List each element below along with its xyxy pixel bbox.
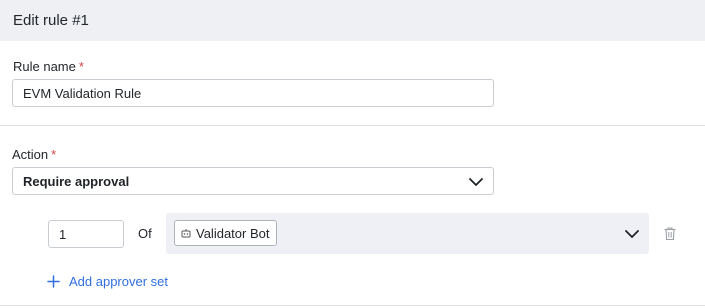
add-approver-set-label: Add approver set <box>69 273 169 289</box>
rule-name-label: Rule name * <box>13 59 84 74</box>
action-select[interactable]: Require approval <box>12 167 494 195</box>
action-label: Action * <box>12 147 57 162</box>
action-select-value: Require approval <box>23 173 130 189</box>
page-title: Edit rule #1 <box>13 12 89 29</box>
chevron-down-icon <box>469 178 483 186</box>
required-mark: * <box>78 59 84 74</box>
divider <box>0 305 705 306</box>
plus-icon <box>47 274 60 288</box>
trash-icon[interactable] <box>663 226 677 241</box>
approver-chip-label: Validator Bot <box>196 225 270 241</box>
approver-chip[interactable]: Validator Bot <box>174 220 278 246</box>
required-mark: * <box>51 147 57 162</box>
divider <box>0 125 705 126</box>
panel-header: Edit rule #1 <box>0 0 705 41</box>
approval-count-input[interactable]: 1 <box>48 220 124 248</box>
chevron-down-icon[interactable] <box>624 229 640 239</box>
approvers-select[interactable]: Validator Bot <box>166 213 649 254</box>
bot-icon <box>181 229 191 238</box>
add-approver-set-button[interactable]: Add approver set <box>47 272 168 290</box>
rule-name-input[interactable]: EVM Validation Rule <box>12 79 494 107</box>
of-label: Of <box>138 226 152 241</box>
